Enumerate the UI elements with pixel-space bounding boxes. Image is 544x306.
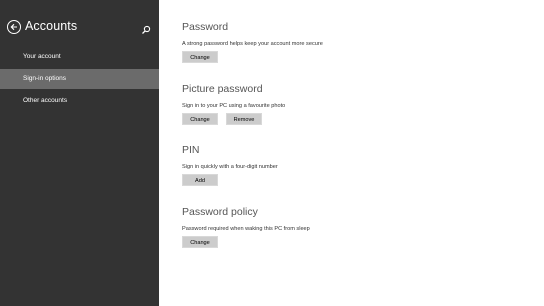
back-arrow-icon[interactable]	[7, 20, 21, 34]
picture-password-change-button[interactable]: Change	[182, 113, 218, 125]
password-policy-heading: Password policy	[182, 206, 258, 218]
password-policy-section: Password policy Password required when w…	[182, 206, 310, 248]
password-heading: Password	[182, 21, 229, 33]
sidebar-nav: Your account Sign-in options Other accou…	[0, 47, 159, 113]
picture-password-description: Sign in to your PC using a favourite pho…	[182, 103, 286, 109]
picture-password-heading: Picture password	[182, 83, 263, 95]
password-policy-change-button[interactable]: Change	[182, 236, 218, 248]
pin-section: PIN Sign in quickly with a four-digit nu…	[182, 144, 278, 186]
pin-heading: PIN	[182, 144, 200, 156]
password-policy-description: Password required when waking this PC fr…	[182, 226, 310, 232]
pin-add-button[interactable]: Add	[182, 174, 218, 186]
password-change-button[interactable]: Change	[182, 51, 218, 63]
sidebar-title: Accounts	[25, 19, 78, 33]
sidebar-item-your-account[interactable]: Your account	[0, 47, 159, 67]
sidebar-item-sign-in-options[interactable]: Sign-in options	[0, 69, 159, 89]
search-icon[interactable]	[141, 22, 151, 34]
picture-password-section: Picture password Sign in to your PC usin…	[182, 83, 285, 125]
pin-description: Sign in quickly with a four-digit number	[182, 164, 278, 170]
password-description: A strong password helps keep your accoun…	[182, 41, 323, 47]
sidebar: Accounts Your account Sign-in options Ot…	[0, 0, 159, 306]
password-section: Password A strong password helps keep yo…	[182, 21, 323, 63]
picture-password-remove-button[interactable]: Remove	[226, 113, 262, 125]
sidebar-item-other-accounts[interactable]: Other accounts	[0, 91, 159, 111]
